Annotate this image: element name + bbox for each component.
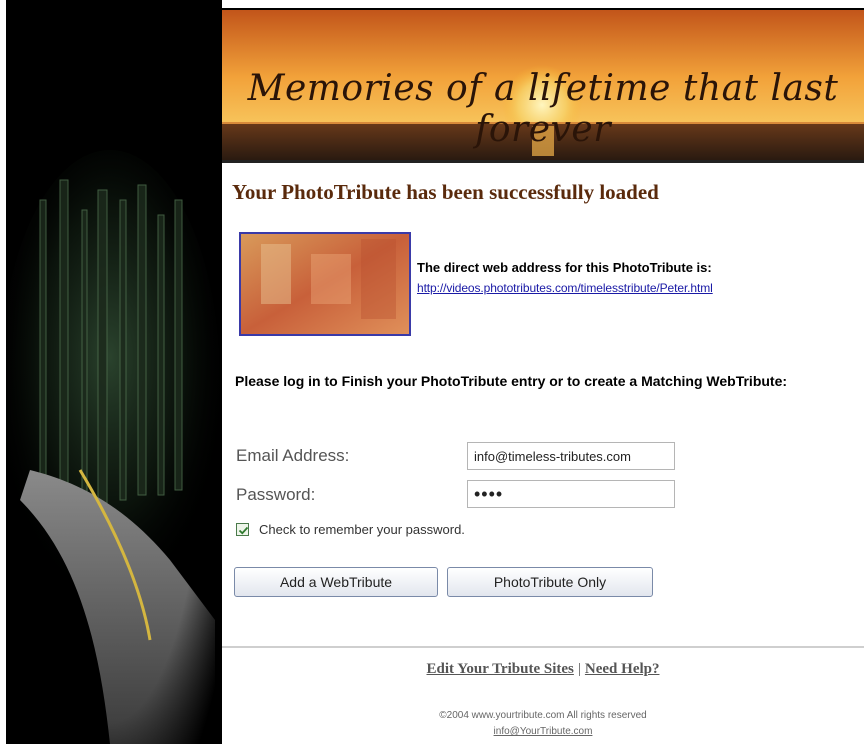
remember-label: Check to remember your password. xyxy=(259,522,465,537)
left-forest-road-image xyxy=(0,0,222,744)
email-field[interactable] xyxy=(467,442,675,470)
check-icon xyxy=(238,526,249,535)
edit-tribute-sites-link[interactable]: Edit Your Tribute Sites xyxy=(427,661,574,677)
footer-divider xyxy=(222,646,864,648)
header-banner: Memories of a lifetime that last forever xyxy=(222,8,864,163)
copyright-text: ©2004 www.yourtribute.com All rights res… xyxy=(439,710,647,721)
remember-checkbox[interactable] xyxy=(236,523,249,536)
phototribute-thumbnail xyxy=(239,232,411,336)
banner-title: Memories of a lifetime that last forever xyxy=(247,68,839,150)
add-webtribute-button[interactable]: Add a WebTribute xyxy=(234,567,438,597)
page-title: Your PhotoTribute has been successfully … xyxy=(232,180,659,204)
footer-links: Edit Your Tribute Sites | Need Help? xyxy=(222,661,864,678)
need-help-link[interactable]: Need Help? xyxy=(585,661,660,677)
email-label: Email Address: xyxy=(236,446,350,465)
password-label: Password: xyxy=(236,485,316,504)
login-prompt: Please log in to Finish your PhotoTribut… xyxy=(235,373,788,389)
footer-email-link[interactable]: info@YourTribute.com xyxy=(222,726,864,737)
direct-address-label: The direct web address for this PhotoTri… xyxy=(417,260,712,275)
main-content: Your PhotoTribute has been successfully … xyxy=(222,160,864,744)
password-field[interactable] xyxy=(467,480,675,508)
direct-address-link[interactable]: http://videos.phototributes.com/timeless… xyxy=(417,281,713,295)
footer-separator: | xyxy=(577,661,581,677)
remember-password-row[interactable]: Check to remember your password. xyxy=(236,522,465,537)
phototribute-only-button[interactable]: PhotoTribute Only xyxy=(447,567,653,597)
